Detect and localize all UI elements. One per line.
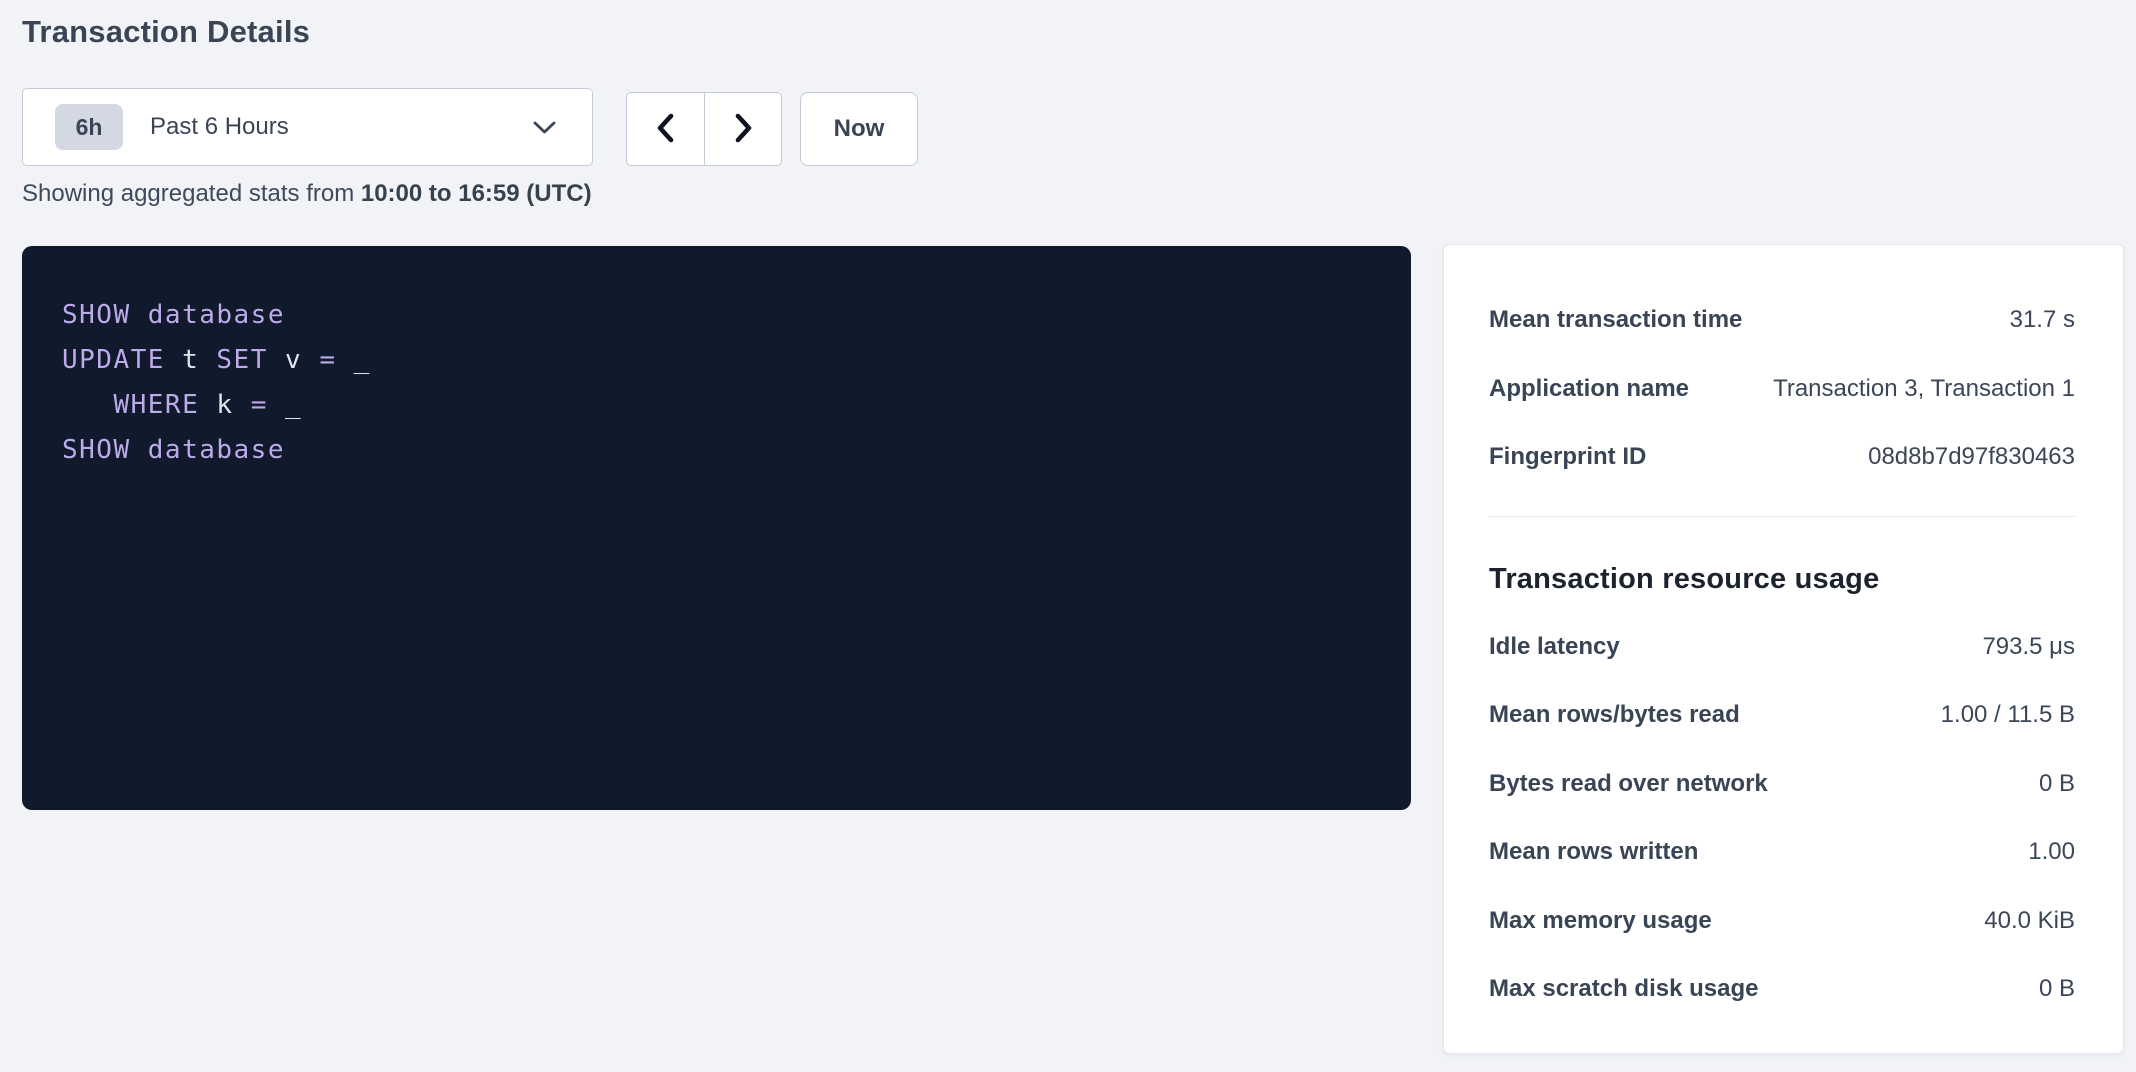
sql-token-keyword: = — [319, 345, 336, 375]
sql-token-keyword: = — [251, 390, 268, 420]
sql-token-keyword: WHERE — [113, 390, 199, 420]
detail-row-label: Mean rows written — [1489, 838, 1698, 866]
sql-token-ident: v — [268, 345, 319, 375]
time-range-label: Past 6 Hours — [150, 113, 531, 141]
detail-row-label: Bytes read over network — [1489, 770, 1768, 798]
sql-token-ident: _ — [336, 345, 370, 375]
summary-rows: Mean transaction time 31.7 s Application n… — [1489, 286, 2075, 492]
detail-row-label: Fingerprint ID — [1489, 443, 1646, 471]
detail-row-value: 31.7 s — [2010, 306, 2075, 334]
detail-row-value: 1.00 / 11.5 B — [1941, 701, 2075, 729]
detail-row-value: 08d8b7d97f830463 — [1868, 443, 2075, 471]
detail-row-label: Mean rows/bytes read — [1489, 701, 1740, 729]
sql-line: WHERE k = _ — [62, 383, 1371, 428]
sql-token-ident: t — [165, 345, 216, 375]
detail-row-label: Max scratch disk usage — [1489, 975, 1758, 1003]
time-range-badge: 6h — [55, 104, 123, 150]
sql-token-keyword: SET — [216, 345, 267, 375]
sql-line: UPDATE t SET v = _ — [62, 338, 1371, 383]
page-title: Transaction Details — [22, 14, 310, 50]
sql-line: SHOW database — [62, 293, 1371, 338]
panel-divider — [1489, 516, 2075, 517]
time-controls: 6h Past 6 Hours — [22, 88, 918, 166]
detail-row-value: 1.00 — [2028, 838, 2075, 866]
detail-row: Mean rows written 1.00 — [1489, 818, 2075, 887]
sql-token-ident — [62, 390, 113, 420]
time-range-dropdown[interactable]: 6h Past 6 Hours — [22, 88, 593, 166]
sql-token-ident: k — [199, 390, 250, 420]
detail-row: Mean rows/bytes read 1.00 / 11.5 B — [1489, 681, 2075, 750]
sql-token-ident: _ — [268, 390, 302, 420]
detail-row: Mean transaction time 31.7 s — [1489, 286, 2075, 355]
detail-row-label: Application name — [1489, 375, 1689, 403]
detail-row-value: 0 B — [2039, 975, 2075, 1003]
detail-row: Max memory usage 40.0 KiB — [1489, 887, 2075, 956]
time-nav-button-group — [626, 92, 782, 166]
now-button[interactable]: Now — [800, 92, 918, 166]
next-time-button[interactable] — [704, 93, 781, 165]
detail-row-value: Transaction 3, Transaction 1 — [1773, 375, 2075, 403]
sql-token-keyword: SHOW database — [62, 435, 285, 465]
subtitle-prefix: Showing aggregated stats from — [22, 180, 361, 207]
detail-row-label: Max memory usage — [1489, 907, 1712, 935]
prev-time-button[interactable] — [627, 93, 704, 165]
sql-token-keyword: SHOW database — [62, 300, 285, 330]
aggregated-stats-subtitle: Showing aggregated stats from 10:00 to 1… — [22, 180, 592, 208]
resource-usage-rows: Idle latency 793.5 μs Mean rows/bytes read… — [1489, 613, 2075, 1024]
detail-row-value: 793.5 μs — [1982, 633, 2075, 661]
detail-row: Bytes read over network 0 B — [1489, 750, 2075, 819]
detail-row: Fingerprint ID 08d8b7d97f830463 — [1489, 423, 2075, 492]
detail-row-value: 40.0 KiB — [1984, 907, 2075, 935]
chevron-right-icon — [730, 111, 756, 148]
detail-row: Max scratch disk usage 0 B — [1489, 955, 2075, 1024]
detail-row: Idle latency 793.5 μs — [1489, 613, 2075, 682]
subtitle-time-range: 10:00 to 16:59 (UTC) — [361, 180, 592, 207]
transaction-summary-panel: Mean transaction time 31.7 s Application n… — [1443, 244, 2124, 1054]
sql-line: SHOW database — [62, 428, 1371, 473]
chevron-left-icon — [653, 111, 679, 148]
detail-row-label: Mean transaction time — [1489, 306, 1742, 334]
sql-statement-box: SHOW database UPDATE t SET v = _ WHERE k … — [22, 246, 1411, 810]
detail-row-value: 0 B — [2039, 770, 2075, 798]
detail-row: Application name Transaction 3, Transacti… — [1489, 355, 2075, 424]
resource-usage-section-title: Transaction resource usage — [1489, 561, 2075, 597]
detail-row-label: Idle latency — [1489, 633, 1620, 661]
sql-token-keyword: UPDATE — [62, 345, 165, 375]
chevron-down-icon — [531, 119, 558, 136]
